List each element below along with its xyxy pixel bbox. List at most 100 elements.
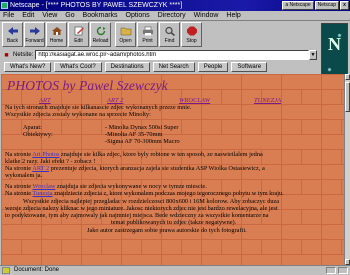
open-icon — [120, 27, 131, 36]
find-label: Find — [164, 38, 175, 44]
forward-icon — [29, 27, 40, 35]
back-icon — [7, 27, 18, 35]
home-label: Home — [49, 38, 64, 44]
home-button[interactable]: Home — [46, 22, 67, 47]
back-label: Back — [6, 38, 19, 44]
link-tunezja[interactable]: Tunezja — [33, 190, 53, 197]
para-tunezja-prefix: Na stronie — [5, 190, 33, 197]
forward-label: Forward — [25, 38, 44, 44]
whats-cool-button[interactable]: What's Cool? — [54, 62, 102, 72]
menu-options[interactable]: Options — [126, 12, 150, 19]
para-art-prefix: Na stronie — [5, 151, 33, 158]
navigation-toolbar: Back Forward Home Edit Reload Open Print… — [2, 22, 202, 48]
link-wroclaw[interactable]: Wroclaw — [33, 183, 56, 190]
menu-go[interactable]: Go — [65, 12, 74, 19]
para-art2-line-1: Na stronie ART 2 prezentuje zdjecia, kto… — [5, 165, 265, 172]
menu-window[interactable]: Window — [194, 12, 219, 19]
forward-button[interactable]: Forward — [24, 22, 45, 47]
para-notes-line-4: temat publikowanych tu zdjec (takze nega… — [111, 219, 237, 226]
whats-new-button[interactable]: What's New? — [4, 62, 52, 72]
para-tunezja: Na stronie Tunezja znajdziecie zdjecia z… — [5, 190, 284, 197]
progress-indicator — [326, 267, 336, 274]
menu-edit[interactable]: Edit — [22, 12, 34, 19]
status-bar: Document: Done — [0, 265, 350, 275]
lenses-label: Obiektywy: — [23, 131, 53, 138]
copyright-note: Jako autor zastrzegam sobie prawa autors… — [87, 227, 247, 234]
nav-link-tunezja[interactable]: TUNEZJA — [254, 97, 281, 104]
para-art2-suffix: prezentuje zdjecia, ktorych aranzacja za… — [49, 165, 265, 172]
location-bar: ■ Netsite: ▼ — [2, 49, 317, 61]
camera-value: - Minolta Dynax 500si Super — [105, 124, 179, 131]
netscape-app-icon — [1, 2, 8, 9]
url-history-dropdown[interactable]: ▼ — [309, 50, 317, 60]
nav-link-art-2[interactable]: ART 2 — [107, 97, 123, 104]
menu-directory[interactable]: Directory — [158, 12, 186, 19]
edit-button[interactable]: Edit — [68, 22, 89, 47]
vertical-scrollbar[interactable] — [344, 74, 350, 265]
para-wroclaw-prefix: Na stronie — [5, 183, 33, 190]
lens-2: -Sigma AF 70-300mm Macro — [105, 138, 180, 145]
people-button[interactable]: People — [197, 62, 229, 72]
reload-button[interactable]: Reload — [90, 22, 111, 47]
menu-file[interactable]: File — [3, 12, 14, 19]
open-label: Open — [119, 38, 132, 44]
link-art-2[interactable]: ART 2 — [32, 165, 49, 172]
para-art-suffix: znajduje sie kilka zdjec, ktore byly rob… — [59, 151, 263, 158]
destinations-button[interactable]: Destinations — [104, 62, 150, 72]
para-tunezja-suffix: znajdziecie zdjecia z, ktore wykonalem p… — [52, 190, 284, 197]
print-label: Print — [142, 38, 153, 44]
url-input[interactable] — [35, 50, 309, 60]
bookmark-quickfile-icon[interactable]: ■ — [2, 51, 11, 60]
page-title: PHOTOS by Pawel Szewczyk — [7, 78, 168, 93]
link-art-photos[interactable]: Art Photos — [32, 151, 59, 158]
home-icon — [51, 27, 62, 35]
edit-icon — [74, 26, 84, 36]
taskbar-chip-netscape-2[interactable]: Netscap — [314, 1, 339, 10]
titlebar-controls: a Netscape Netscap x — [282, 1, 349, 10]
net-search-button[interactable]: Net Search — [152, 62, 195, 72]
scroll-thumb[interactable] — [345, 82, 350, 112]
intro-line-2: Wszystkie zdjecia zostaly wykonane na sp… — [5, 111, 151, 118]
software-button[interactable]: Software — [231, 62, 268, 72]
para-wroclaw-suffix: znajduja sie zdjecia wykonywane w nocy w… — [55, 183, 207, 190]
nav-link-wroclaw[interactable]: WROCLAW — [179, 97, 210, 104]
mail-icon[interactable] — [338, 267, 348, 274]
window-titlebar[interactable]: Netscape - [**** PHOTOS BY PAWEL SZEWCZY… — [0, 0, 350, 11]
para-notes-line-2: wersje zdjecia nalezy kliknac w jego min… — [5, 205, 278, 212]
open-button[interactable]: Open — [115, 22, 136, 47]
security-key-icon[interactable] — [2, 267, 10, 274]
print-icon — [142, 26, 153, 36]
para-art2-prefix: Na stronie — [5, 165, 33, 172]
page-content: PHOTOS by Pawel Szewczyk ART ART 2 WROCL… — [1, 74, 344, 265]
reload-label: Reload — [92, 38, 109, 44]
location-label: Netsite: — [13, 52, 34, 58]
scroll-up-arrow[interactable] — [345, 74, 350, 80]
find-button[interactable]: Find — [159, 22, 180, 47]
window-title: Netscape - [**** PHOTOS BY PAWEL SZEWCZY… — [10, 2, 183, 9]
para-notes-line-1: Wszystkie zdjecia najlepiej przegladac w… — [23, 198, 280, 205]
intro-line-1: Na tych stronach znajduje sie kilkanasci… — [5, 104, 192, 111]
nav-link-art[interactable]: ART — [39, 97, 51, 104]
taskbar-chip-netscape[interactable]: a Netscape — [282, 1, 314, 10]
reload-icon — [96, 26, 105, 36]
print-button[interactable]: Print — [137, 22, 158, 47]
stop-label: Stop — [186, 38, 197, 44]
menu-view[interactable]: View — [42, 12, 57, 19]
menu-help[interactable]: Help — [226, 12, 240, 19]
para-art-line-1: Na stronie Art Photos znajduje sie kilka… — [5, 151, 263, 158]
menu-bar: File Edit View Go Bookmarks Options Dire… — [0, 11, 350, 21]
close-button[interactable]: x — [340, 1, 349, 10]
para-art-line-2: klatke 2 razy. Jaki efekt ? - zobacz ! — [5, 158, 96, 165]
para-wroclaw: Na stronie Wroclaw znajduja sie zdjecia … — [5, 183, 207, 190]
edit-label: Edit — [74, 38, 83, 44]
back-button[interactable]: Back — [2, 22, 23, 47]
stop-icon — [186, 26, 197, 36]
directory-buttons: What's New? What's Cool? Destinations Ne… — [4, 62, 268, 73]
para-notes-line-3: to podyktowane, tym aby zajmowaly jak na… — [5, 212, 269, 219]
stop-button[interactable]: Stop — [181, 22, 202, 47]
camera-label: Aparat: — [23, 124, 42, 131]
para-art2-line-2: wykonalem ja. — [5, 172, 43, 179]
find-icon — [164, 26, 175, 36]
lens-1: -Minolta AF 35-70mm — [105, 131, 163, 138]
menu-bookmarks[interactable]: Bookmarks — [83, 12, 118, 19]
